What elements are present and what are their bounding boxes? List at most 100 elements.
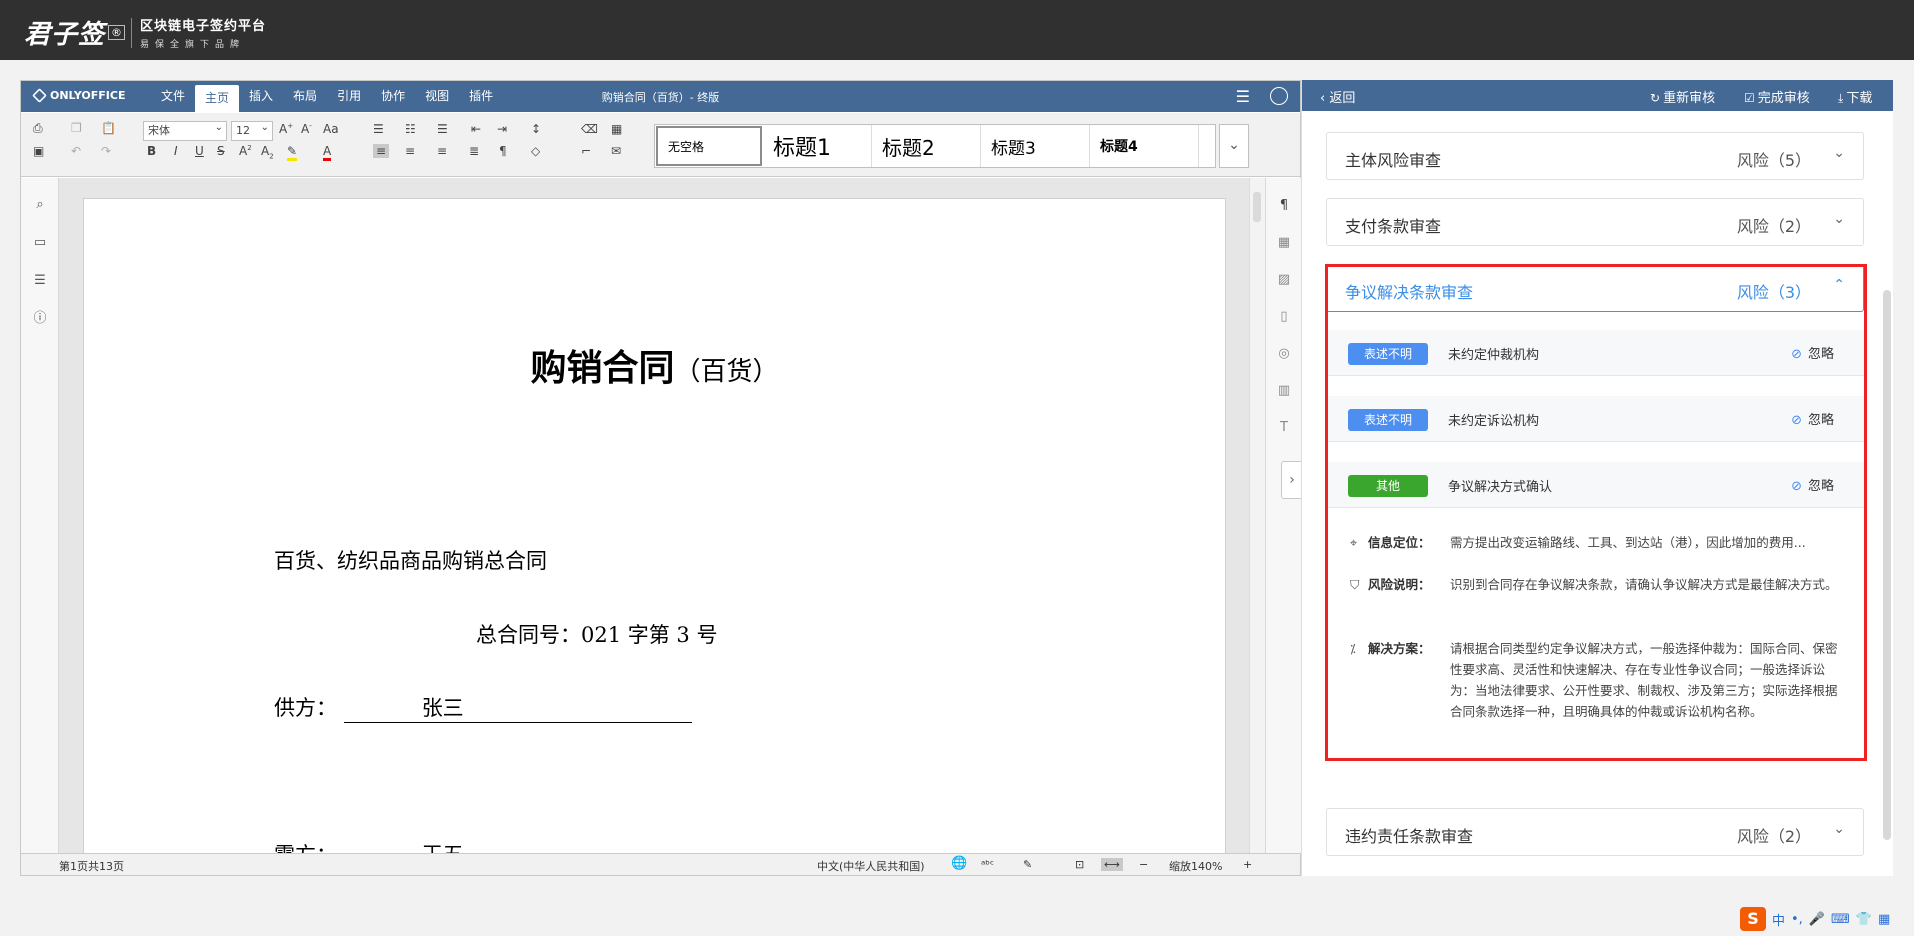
undo-icon[interactable]: ↶ bbox=[71, 144, 81, 158]
section-payment-terms[interactable]: 支付条款审查 风险（2） ⌄ bbox=[1326, 198, 1864, 246]
copy-icon[interactable]: ❐ bbox=[71, 121, 82, 135]
align-right-icon[interactable]: ≡ bbox=[437, 144, 447, 158]
chevron-down-icon[interactable]: ⌄ bbox=[1833, 145, 1845, 161]
ime-language[interactable]: 中 bbox=[1772, 910, 1785, 929]
keyboard-icon[interactable]: ⌨ bbox=[1831, 912, 1850, 927]
user-avatar-icon[interactable] bbox=[1270, 87, 1288, 105]
font-color-icon[interactable]: A bbox=[323, 144, 332, 161]
ignore-button[interactable]: ⊘ 忽略 bbox=[1791, 343, 1834, 362]
search-icon[interactable]: ⌕ bbox=[33, 198, 47, 212]
vertical-scrollbar[interactable] bbox=[1249, 178, 1265, 853]
underline-icon[interactable]: U bbox=[195, 144, 204, 158]
clear-format-icon[interactable]: ⌫ bbox=[581, 122, 598, 136]
redo-icon[interactable]: ↷ bbox=[101, 144, 111, 158]
sogou-logo-icon[interactable]: S bbox=[1740, 907, 1766, 931]
table-settings-icon[interactable]: ▦ bbox=[1276, 235, 1292, 250]
section-dispute-resolution[interactable]: 争议解决条款审查 风险（3） ⌃ bbox=[1326, 264, 1864, 312]
shading-icon[interactable]: ◇ bbox=[531, 144, 540, 158]
download-label: 下载 bbox=[1846, 91, 1873, 106]
back-label: 返回 bbox=[1329, 91, 1356, 106]
download-button[interactable]: ⤓ 下载 bbox=[1838, 87, 1872, 106]
font-name-select[interactable]: 宋体 bbox=[143, 119, 227, 141]
recheck-button[interactable]: ↻ 重新审核 bbox=[1650, 87, 1715, 106]
section-risk-count: 风险（2） bbox=[1736, 827, 1811, 846]
save-icon[interactable]: ▣ bbox=[33, 144, 44, 158]
punctuation-icon[interactable]: •, bbox=[1791, 912, 1803, 927]
line-spacing-icon[interactable]: ↕ bbox=[531, 122, 541, 136]
navigation-icon[interactable]: ☰ bbox=[33, 274, 47, 288]
paragraph-mark-icon[interactable]: ¶ bbox=[499, 144, 507, 158]
chart-settings-icon[interactable]: ▥ bbox=[1276, 383, 1292, 398]
numbered-list-icon[interactable]: ☷ bbox=[405, 122, 416, 136]
bullet-list-icon[interactable]: ☰ bbox=[373, 122, 384, 136]
style-heading-1[interactable]: 标题1 bbox=[763, 125, 872, 167]
mail-merge-icon[interactable]: ✉ bbox=[611, 144, 621, 158]
logo-slogan: 易保全旗下品牌 bbox=[140, 40, 246, 50]
risk-item[interactable]: 其他 争议解决方式确认 ⊘ 忽略 bbox=[1328, 462, 1864, 508]
ignore-button[interactable]: ⊘ 忽略 bbox=[1791, 475, 1834, 494]
chevron-down-icon[interactable]: ⌄ bbox=[1833, 211, 1845, 227]
back-button[interactable]: ‹ 返回 bbox=[1320, 87, 1355, 106]
paste-icon[interactable]: 📋 bbox=[101, 121, 116, 135]
document-page[interactable]: 购销合同（百货） 百货、纺织品商品购销总合同 总合同号：021 字第 3 号 供… bbox=[83, 198, 1226, 853]
fit-page-icon[interactable]: ⊡ bbox=[1075, 858, 1084, 871]
shape-settings-icon[interactable]: ◎ bbox=[1276, 346, 1292, 361]
font-size-select[interactable]: 12 bbox=[231, 119, 273, 141]
comment-icon[interactable]: ▭ bbox=[33, 236, 47, 250]
align-left-icon[interactable]: ≡ bbox=[373, 144, 390, 158]
increase-indent-icon[interactable]: ⇥ bbox=[497, 122, 507, 136]
toolbox-icon[interactable]: ▦ bbox=[1878, 912, 1890, 927]
risk-item[interactable]: 表述不明 未约定诉讼机构 ⊘ 忽略 bbox=[1328, 396, 1864, 442]
decrease-font-icon[interactable]: A- bbox=[301, 122, 312, 136]
panel-scrollbar[interactable] bbox=[1883, 290, 1891, 840]
paragraph-settings-icon[interactable]: ¶ bbox=[1276, 198, 1292, 213]
risk-item[interactable]: 表述不明 未约定仲裁机构 ⊘ 忽略 bbox=[1328, 330, 1864, 376]
superscript-icon[interactable]: A2 bbox=[239, 144, 252, 158]
header-footer-icon[interactable]: ▯ bbox=[1276, 309, 1292, 324]
text-art-icon[interactable]: T bbox=[1276, 420, 1292, 435]
spellcheck-icon[interactable]: ᵃᵇᶜ bbox=[981, 858, 994, 871]
multilevel-list-icon[interactable]: ☰ bbox=[437, 122, 448, 136]
decrease-indent-icon[interactable]: ⇤ bbox=[471, 122, 481, 136]
image-settings-icon[interactable]: ▨ bbox=[1276, 272, 1292, 287]
section-subject-risk[interactable]: 主体风险审查 风险（5） ⌄ bbox=[1326, 132, 1864, 180]
justify-icon[interactable]: ≣ bbox=[469, 144, 479, 158]
language-select[interactable]: 中文(中华人民共和国) bbox=[817, 858, 925, 874]
skin-icon[interactable]: 👕 bbox=[1856, 912, 1872, 927]
chevron-up-icon[interactable]: ⌃ bbox=[1833, 277, 1845, 293]
color-scheme-icon[interactable]: ▦ bbox=[611, 122, 622, 136]
track-changes-icon[interactable]: ✎ bbox=[1023, 858, 1032, 871]
bold-icon[interactable]: B bbox=[147, 144, 156, 158]
highlight-icon[interactable]: ✎ bbox=[287, 144, 298, 161]
print-icon[interactable]: ⎙ bbox=[33, 121, 43, 136]
ignore-button[interactable]: ⊘ 忽略 bbox=[1791, 409, 1834, 428]
complete-button[interactable]: ☑ 完成审核 bbox=[1744, 87, 1810, 106]
chevron-right-icon[interactable]: › bbox=[1281, 461, 1303, 499]
style-heading-2[interactable]: 标题2 bbox=[872, 125, 981, 167]
style-no-spacing[interactable]: 无空格 bbox=[656, 126, 762, 166]
increase-font-icon[interactable]: A+ bbox=[279, 122, 293, 136]
microphone-icon[interactable]: 🎤 bbox=[1809, 912, 1825, 927]
risk-text: 识别到合同存在争议解决条款，请确认争议解决方式是最佳解决方式。 bbox=[1450, 577, 1838, 592]
change-case-icon[interactable]: Aa bbox=[323, 122, 339, 136]
section-breach-liability[interactable]: 违约责任条款审查 风险（2） ⌄ bbox=[1326, 808, 1864, 856]
brand-logo[interactable]: 君子签 ® 区块链电子签约平台 易保全旗下品牌 bbox=[24, 14, 266, 51]
fit-width-icon[interactable]: ⟷ bbox=[1101, 858, 1123, 871]
strikethrough-icon[interactable]: S bbox=[217, 144, 225, 158]
subscript-icon[interactable]: A2 bbox=[261, 144, 274, 160]
italic-icon[interactable]: I bbox=[174, 144, 178, 158]
copy-style-icon[interactable]: ⌐ bbox=[581, 144, 591, 158]
chevron-down-icon[interactable]: ⌄ bbox=[1219, 124, 1249, 168]
info-icon[interactable]: ⓘ bbox=[33, 312, 47, 326]
chevron-down-icon[interactable]: ⌄ bbox=[1833, 821, 1845, 837]
document-canvas[interactable]: 购销合同（百货） 百货、纺织品商品购销总合同 总合同号：021 字第 3 号 供… bbox=[59, 178, 1249, 853]
hamburger-menu-icon[interactable]: ☰ bbox=[1236, 87, 1250, 106]
style-heading-3[interactable]: 标题3 bbox=[981, 125, 1090, 167]
style-heading-4[interactable]: 标题4 bbox=[1090, 125, 1199, 167]
align-center-icon[interactable]: ≡ bbox=[405, 144, 415, 158]
location-text[interactable]: 需方提出改变运输路线、工具、到达站（港），因此增加的费用... bbox=[1450, 532, 1840, 553]
zoom-out-icon[interactable]: − bbox=[1139, 858, 1148, 871]
globe-icon[interactable]: 🌐 bbox=[951, 856, 967, 871]
scrollbar-thumb[interactable] bbox=[1253, 192, 1261, 222]
zoom-in-icon[interactable]: + bbox=[1243, 858, 1252, 871]
